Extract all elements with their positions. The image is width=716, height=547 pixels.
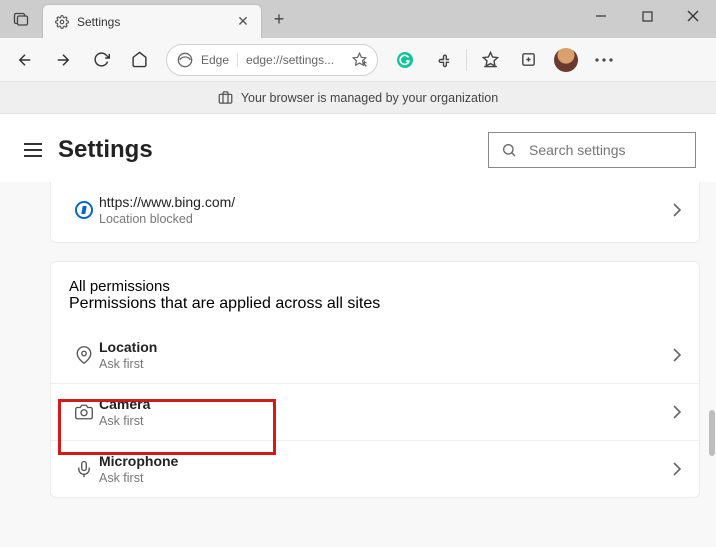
managed-message: Your browser is managed by your organiza… <box>241 91 498 105</box>
menu-button[interactable] <box>20 137 46 163</box>
chevron-right-icon <box>673 462 681 476</box>
permission-status: Ask first <box>99 357 673 371</box>
close-window-button[interactable] <box>670 0 716 32</box>
all-permissions-card: All permissions Permissions that are app… <box>50 261 700 498</box>
more-menu-icon[interactable] <box>587 43 621 77</box>
close-tab-icon[interactable]: ✕ <box>235 14 251 30</box>
recent-site-url: https://www.bing.com/ <box>99 194 673 210</box>
back-button[interactable] <box>8 43 42 77</box>
permission-label: Location <box>99 339 673 355</box>
settings-content: Settings https://www.bing.com/ Location … <box>0 114 716 547</box>
address-bar[interactable]: Edge edge://settings... <box>166 44 378 76</box>
maximize-button[interactable] <box>624 0 670 32</box>
collections-icon[interactable] <box>511 43 545 77</box>
refresh-button[interactable] <box>84 43 118 77</box>
section-title: All permissions <box>69 278 681 295</box>
home-button[interactable] <box>122 43 156 77</box>
bing-favicon-icon <box>69 201 99 219</box>
search-input[interactable] <box>529 142 710 158</box>
tab-actions-icon[interactable] <box>0 0 42 38</box>
permission-status: Ask first <box>99 471 673 485</box>
settings-header: Settings <box>0 114 716 182</box>
extensions-icon[interactable] <box>426 43 460 77</box>
managed-infobar: Your browser is managed by your organiza… <box>0 82 716 114</box>
scrollbar-thumb[interactable] <box>709 410 715 456</box>
window-titlebar: Settings ✕ + <box>0 0 716 38</box>
address-url: edge://settings... <box>246 53 344 67</box>
new-tab-button[interactable]: + <box>262 0 296 38</box>
recent-site-row[interactable]: https://www.bing.com/ Location blocked <box>51 182 699 242</box>
profile-avatar[interactable] <box>549 43 583 77</box>
favorite-star-icon[interactable] <box>352 52 367 67</box>
location-icon <box>69 346 99 364</box>
minimize-button[interactable] <box>578 0 624 32</box>
permission-location-row[interactable]: Location Ask first <box>51 327 699 383</box>
recent-activity-card: https://www.bing.com/ Location blocked <box>50 182 700 243</box>
search-icon <box>501 142 517 158</box>
favorites-icon[interactable] <box>473 43 507 77</box>
permission-microphone-row[interactable]: Microphone Ask first <box>51 441 699 497</box>
window-controls <box>578 0 716 32</box>
camera-icon <box>69 403 99 421</box>
address-prefix: Edge <box>201 53 238 67</box>
chevron-right-icon <box>673 203 681 217</box>
section-subtitle: Permissions that are applied across all … <box>69 295 681 313</box>
briefcase-icon <box>218 90 233 105</box>
chevron-right-icon <box>673 405 681 419</box>
forward-button[interactable] <box>46 43 80 77</box>
tab-title: Settings <box>77 15 227 29</box>
chevron-right-icon <box>673 348 681 362</box>
divider <box>466 49 467 71</box>
permission-status: Ask first <box>99 414 673 428</box>
browser-tab[interactable]: Settings ✕ <box>42 4 262 38</box>
microphone-icon <box>69 460 99 478</box>
page-title: Settings <box>58 136 153 164</box>
gear-icon <box>55 15 69 29</box>
recent-site-status: Location blocked <box>99 212 673 226</box>
section-header: All permissions Permissions that are app… <box>51 262 699 317</box>
permission-label: Camera <box>99 396 673 412</box>
browser-toolbar: Edge edge://settings... <box>0 38 716 82</box>
edge-logo-icon <box>177 52 193 68</box>
permission-label: Microphone <box>99 453 673 469</box>
permission-camera-row[interactable]: Camera Ask first <box>51 384 699 440</box>
search-box[interactable] <box>488 132 696 168</box>
extension-grammarly-icon[interactable] <box>388 43 422 77</box>
